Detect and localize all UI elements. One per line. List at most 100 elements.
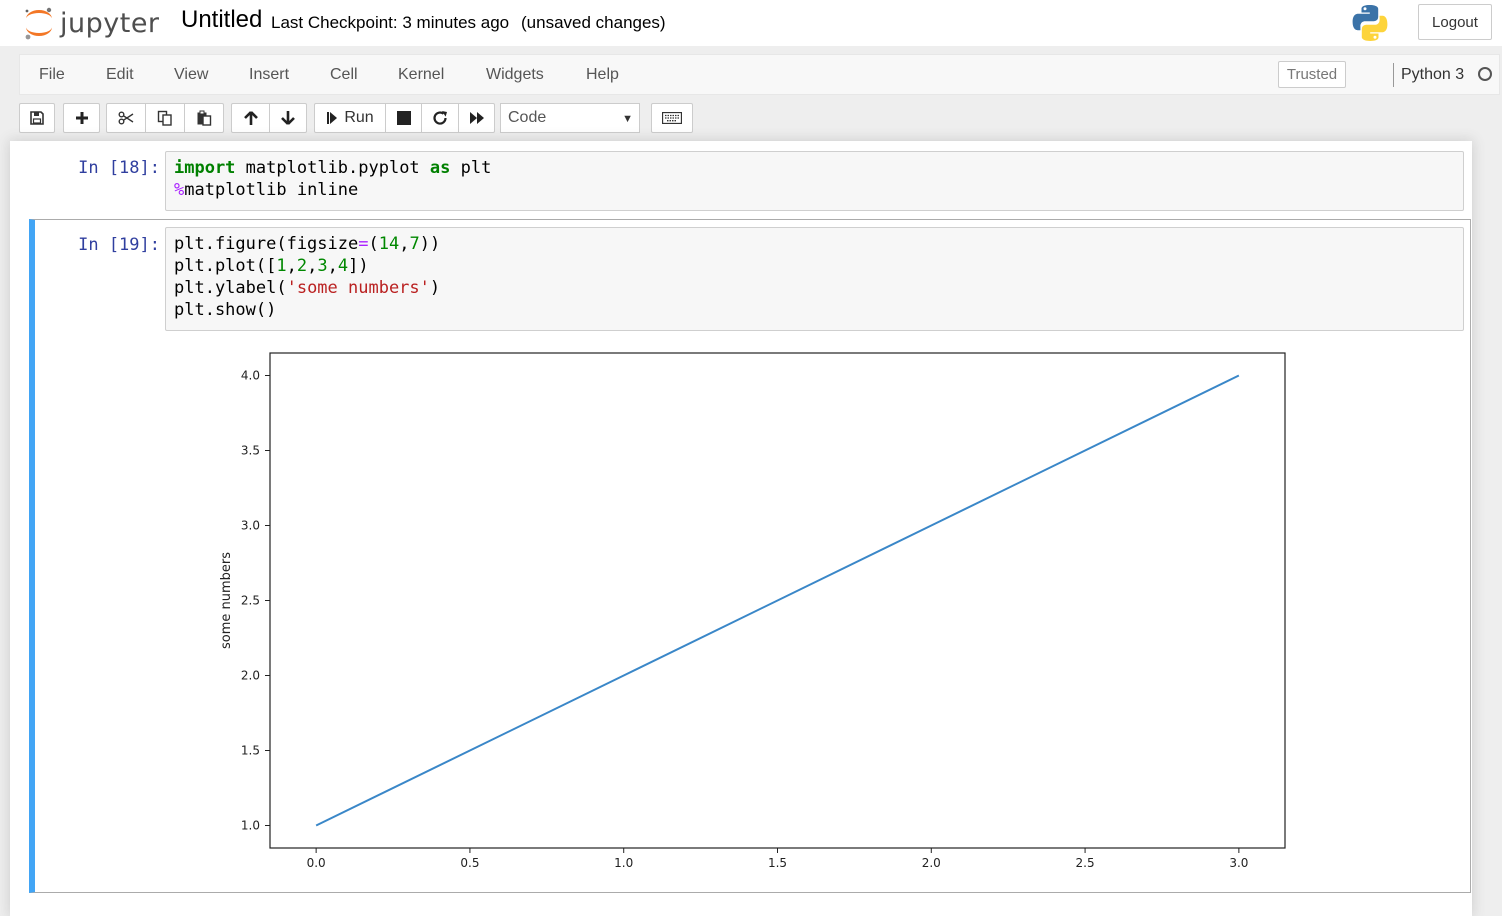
code-text: plt.figure(figsize [174,234,359,254]
command-palette-button[interactable] [651,103,693,133]
menu-view[interactable]: View [174,66,208,84]
caret-down-icon: ▼ [622,113,633,125]
code-number: 1 [276,256,287,276]
fast-forward-icon [469,112,484,124]
cell-type-select[interactable]: Code ▼ [500,103,640,133]
plus-icon [75,112,88,124]
header: jupyter Untitled Last Checkpoint: 3 minu… [0,0,1502,46]
code-keyword: import [174,158,236,178]
code-text: plt.show() [174,300,277,320]
jupyter-logo-icon [25,7,52,40]
run-label: Run [344,109,374,126]
menu-help[interactable]: Help [586,66,619,84]
code-cell-input[interactable]: plt.figure(figsize=(14,7)) plt.plot([1,2… [165,227,1464,331]
code-cell-input[interactable]: import matplotlib.pyplot as plt %matplot… [165,151,1464,211]
restart-button[interactable] [421,103,459,133]
x-tick-label: 1.5 [768,856,787,870]
move-up-button[interactable] [231,103,270,133]
code-text: ( [368,234,379,254]
y-axis-label: some numbers [219,552,234,649]
code-operator: = [358,234,369,254]
move-down-button[interactable] [269,103,307,133]
code-keyword: as [429,158,451,178]
code-text: ]) [348,256,369,276]
x-tick-label: 0.5 [460,856,479,870]
save-icon [30,111,44,125]
code-text: , [307,256,318,276]
toolbar-insert-group [63,103,100,133]
paste-icon [197,110,212,126]
x-tick-label: 2.5 [1076,856,1095,870]
code-text: , [327,256,338,276]
code-text: matplotlib.pyplot [245,158,420,178]
run-button[interactable]: Run [314,103,386,133]
step-forward-icon [327,112,338,124]
output-plot: 0.0 0.5 1.0 1.5 2.0 2.5 3.0 1.0 1.5 2.0 2.5 3.0 3.5 4… [219,352,1286,870]
unsaved-status: (unsaved changes) [521,13,666,32]
cell-type-value: Code [508,109,547,126]
copy-icon [157,110,172,126]
code-number: 7 [409,234,420,254]
kernel-separator [1393,63,1394,87]
x-tick-label: 2.0 [922,856,941,870]
checkpoint-status: Last Checkpoint: 3 minutes ago [271,13,510,32]
kernel-name[interactable]: Python 3 [1401,66,1464,84]
menubar: File Edit View Insert Cell Kernel Widget… [19,54,1500,95]
notebook-container: In [18]: import matplotlib.pyplot as plt… [10,141,1472,916]
insert-cell-below-button[interactable] [63,103,100,133]
x-tick-label: 1.0 [614,856,633,870]
menu-edit[interactable]: Edit [106,66,134,84]
x-tick-label: 3.0 [1229,856,1248,870]
keyboard-icon [662,112,682,124]
restart-run-all-button[interactable] [458,103,495,133]
jupyter-logo[interactable]: jupyter [22,5,160,41]
y-tick-label: 3.5 [241,444,260,458]
toolbar-save-group [19,103,55,133]
menu-widgets[interactable]: Widgets [486,66,544,84]
menu-file[interactable]: File [39,66,65,84]
stop-icon [396,111,411,125]
kernel-idle-icon [1478,67,1492,81]
y-tick-label: 3.0 [241,519,260,533]
y-tick-label: 2.0 [241,669,260,683]
code-text: matplotlib inline [184,180,359,200]
interrupt-button[interactable] [385,103,422,133]
menu-cell[interactable]: Cell [330,66,358,84]
code-number: 14 [378,234,400,254]
y-tick-label: 1.5 [241,744,260,758]
code-text: plt.plot([ [174,256,277,276]
toolbar-edit-group [106,103,224,133]
python-logo-icon [1350,3,1390,48]
code-number: 4 [337,256,349,276]
toolbar-move-group [231,103,307,133]
x-tick-label: 0.0 [307,856,326,870]
code-magic-symbol: % [174,180,185,200]
notebook-title[interactable]: Untitled [181,6,262,34]
refresh-icon [433,111,447,125]
code-text: , [399,234,410,254]
brand-text: jupyter [60,7,160,39]
code-text: , [286,256,297,276]
toolbar-keyboard-group [651,103,693,133]
copy-button[interactable] [145,103,185,133]
code-text: ) [429,278,441,298]
trusted-indicator[interactable]: Trusted [1278,61,1346,88]
paste-button[interactable] [184,103,224,133]
cut-button[interactable] [106,103,146,133]
y-tick-label: 4.0 [241,369,260,383]
y-tick-label: 2.5 [241,594,260,608]
code-number: 3 [317,256,328,276]
code-text: plt.ylabel( [174,278,287,298]
menu-kernel[interactable]: Kernel [398,66,444,84]
y-tick-label: 1.0 [241,819,260,833]
input-prompt: In [19]: [78,235,160,255]
save-button[interactable] [19,103,55,133]
toolbar-run-group: Run [314,103,495,133]
code-string: 'some numbers' [286,278,430,298]
input-prompt: In [18]: [78,158,160,178]
menu-insert[interactable]: Insert [249,66,289,84]
arrow-down-icon [281,111,295,125]
code-text: plt [460,158,492,178]
scissors-icon [118,111,134,125]
logout-button[interactable]: Logout [1418,4,1492,40]
